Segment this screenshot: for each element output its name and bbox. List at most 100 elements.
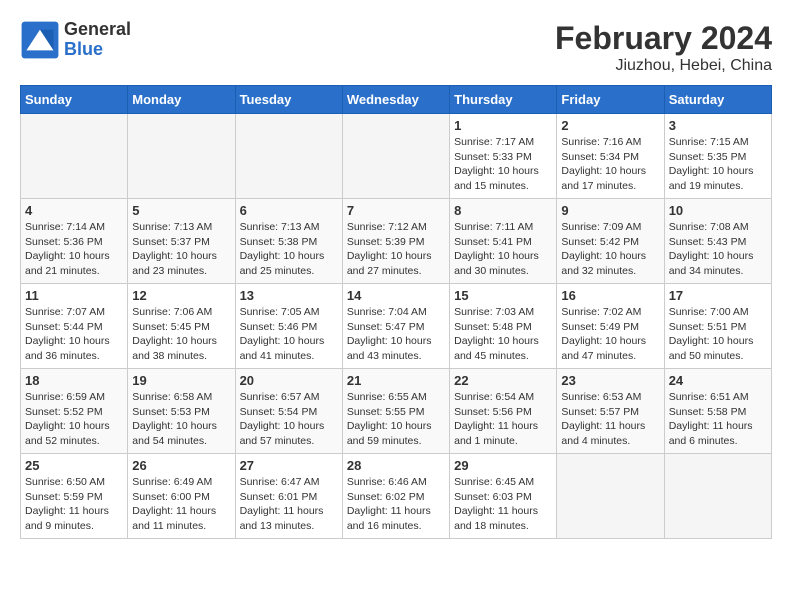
page-container: General Blue February 2024 Jiuzhou, Hebe… [20, 20, 772, 539]
header-monday: Monday [128, 86, 235, 114]
calendar-cell: 17Sunrise: 7:00 AM Sunset: 5:51 PM Dayli… [664, 284, 771, 369]
calendar-cell: 25 Sunrise: 6:50 AM Sunset: 5:59 PM Dayli… [21, 454, 128, 539]
calendar-cell: 12 Sunrise: 7:06 AM Sunset: 5:45 PM Dayli… [128, 284, 235, 369]
day-number: 3 [669, 118, 767, 133]
day-number: 11 [25, 288, 123, 303]
day-number: 8 [454, 203, 552, 218]
day-info: Sunrise: 7:16 AM Sunset: 5:34 PM Dayligh… [561, 135, 659, 194]
day-info: Sunrise: 7:13 AM Sunset: 5:38 PM Dayligh… [240, 220, 338, 279]
day-info: Sunrise: 7:08 AM Sunset: 5:43 PM Dayligh… [669, 220, 767, 279]
calendar-cell: 2Sunrise: 7:16 AM Sunset: 5:34 PM Daylig… [557, 114, 664, 199]
day-number: 27 [240, 458, 338, 473]
calendar-cell: 16Sunrise: 7:02 AM Sunset: 5:49 PM Dayli… [557, 284, 664, 369]
day-number: 5 [132, 203, 230, 218]
calendar-week-3: 11 Sunrise: 7:07 AM Sunset: 5:44 PM Dayli… [21, 284, 772, 369]
day-number: 6 [240, 203, 338, 218]
day-number: 15 [454, 288, 552, 303]
day-info: Sunrise: 6:51 AM Sunset: 5:58 PM Dayligh… [669, 390, 767, 449]
calendar-cell [342, 114, 449, 199]
header-thursday: Thursday [450, 86, 557, 114]
day-number: 23 [561, 373, 659, 388]
calendar-cell: 5 Sunrise: 7:13 AM Sunset: 5:37 PM Daylig… [128, 199, 235, 284]
day-info: Sunrise: 6:45 AM Sunset: 6:03 PM Dayligh… [454, 475, 552, 534]
day-number: 26 [132, 458, 230, 473]
header-wednesday: Wednesday [342, 86, 449, 114]
header-friday: Friday [557, 86, 664, 114]
day-info: Sunrise: 6:57 AM Sunset: 5:54 PM Dayligh… [240, 390, 338, 449]
day-info: Sunrise: 7:05 AM Sunset: 5:46 PM Dayligh… [240, 305, 338, 364]
day-number: 1 [454, 118, 552, 133]
calendar-table: Sunday Monday Tuesday Wednesday Thursday… [20, 85, 772, 539]
day-info: Sunrise: 7:04 AM Sunset: 5:47 PM Dayligh… [347, 305, 445, 364]
calendar-week-5: 25 Sunrise: 6:50 AM Sunset: 5:59 PM Dayli… [21, 454, 772, 539]
calendar-week-4: 18 Sunrise: 6:59 AM Sunset: 5:52 PM Dayli… [21, 369, 772, 454]
calendar-cell: 23 Sunrise: 6:53 AM Sunset: 5:57 PM Dayli… [557, 369, 664, 454]
logo-text: General Blue [64, 20, 131, 60]
day-info: Sunrise: 6:49 AM Sunset: 6:00 PM Dayligh… [132, 475, 230, 534]
calendar-cell: 26 Sunrise: 6:49 AM Sunset: 6:00 PM Dayli… [128, 454, 235, 539]
day-number: 25 [25, 458, 123, 473]
calendar-cell: 8 Sunrise: 7:11 AM Sunset: 5:41 PM Daylig… [450, 199, 557, 284]
calendar-cell [235, 114, 342, 199]
header-tuesday: Tuesday [235, 86, 342, 114]
day-info: Sunrise: 7:11 AM Sunset: 5:41 PM Dayligh… [454, 220, 552, 279]
header-sunday: Sunday [21, 86, 128, 114]
day-number: 4 [25, 203, 123, 218]
calendar-cell: 6 Sunrise: 7:13 AM Sunset: 5:38 PM Daylig… [235, 199, 342, 284]
day-info: Sunrise: 6:58 AM Sunset: 5:53 PM Dayligh… [132, 390, 230, 449]
logo: General Blue [20, 20, 131, 60]
calendar-week-2: 4 Sunrise: 7:14 AM Sunset: 5:36 PM Daylig… [21, 199, 772, 284]
day-info: Sunrise: 7:00 AM Sunset: 5:51 PM Dayligh… [669, 305, 767, 364]
day-info: Sunrise: 7:14 AM Sunset: 5:36 PM Dayligh… [25, 220, 123, 279]
calendar-cell: 10Sunrise: 7:08 AM Sunset: 5:43 PM Dayli… [664, 199, 771, 284]
calendar-cell: 15 Sunrise: 7:03 AM Sunset: 5:48 PM Dayli… [450, 284, 557, 369]
day-info: Sunrise: 7:02 AM Sunset: 5:49 PM Dayligh… [561, 305, 659, 364]
day-info: Sunrise: 6:50 AM Sunset: 5:59 PM Dayligh… [25, 475, 123, 534]
calendar-cell [557, 454, 664, 539]
day-info: Sunrise: 7:09 AM Sunset: 5:42 PM Dayligh… [561, 220, 659, 279]
calendar-cell: 13 Sunrise: 7:05 AM Sunset: 5:46 PM Dayli… [235, 284, 342, 369]
day-number: 20 [240, 373, 338, 388]
header-row: Sunday Monday Tuesday Wednesday Thursday… [21, 86, 772, 114]
page-subtitle: Jiuzhou, Hebei, China [555, 57, 772, 75]
day-info: Sunrise: 6:53 AM Sunset: 5:57 PM Dayligh… [561, 390, 659, 449]
page-title: February 2024 [555, 20, 772, 57]
header-saturday: Saturday [664, 86, 771, 114]
logo-general: General [64, 20, 131, 40]
day-number: 28 [347, 458, 445, 473]
calendar-cell [21, 114, 128, 199]
calendar-cell: 1 Sunrise: 7:17 AM Sunset: 5:33 PM Daylig… [450, 114, 557, 199]
day-number: 12 [132, 288, 230, 303]
day-info: Sunrise: 6:46 AM Sunset: 6:02 PM Dayligh… [347, 475, 445, 534]
day-info: Sunrise: 6:54 AM Sunset: 5:56 PM Dayligh… [454, 390, 552, 449]
calendar-cell: 27Sunrise: 6:47 AM Sunset: 6:01 PM Dayli… [235, 454, 342, 539]
calendar-body: 1 Sunrise: 7:17 AM Sunset: 5:33 PM Daylig… [21, 114, 772, 539]
calendar-cell: 29 Sunrise: 6:45 AM Sunset: 6:03 PM Dayli… [450, 454, 557, 539]
day-info: Sunrise: 7:17 AM Sunset: 5:33 PM Dayligh… [454, 135, 552, 194]
calendar-cell: 18 Sunrise: 6:59 AM Sunset: 5:52 PM Dayli… [21, 369, 128, 454]
logo-blue: Blue [64, 40, 131, 60]
calendar-cell: 22Sunrise: 6:54 AM Sunset: 5:56 PM Dayli… [450, 369, 557, 454]
day-info: Sunrise: 7:07 AM Sunset: 5:44 PM Dayligh… [25, 305, 123, 364]
header: General Blue February 2024 Jiuzhou, Hebe… [20, 20, 772, 75]
day-number: 7 [347, 203, 445, 218]
calendar-cell: 24Sunrise: 6:51 AM Sunset: 5:58 PM Dayli… [664, 369, 771, 454]
day-info: Sunrise: 7:15 AM Sunset: 5:35 PM Dayligh… [669, 135, 767, 194]
calendar-cell: 4 Sunrise: 7:14 AM Sunset: 5:36 PM Daylig… [21, 199, 128, 284]
calendar-cell: 21Sunrise: 6:55 AM Sunset: 5:55 PM Dayli… [342, 369, 449, 454]
calendar-cell: 9Sunrise: 7:09 AM Sunset: 5:42 PM Daylig… [557, 199, 664, 284]
calendar-cell: 7 Sunrise: 7:12 AM Sunset: 5:39 PM Daylig… [342, 199, 449, 284]
calendar-cell: 3 Sunrise: 7:15 AM Sunset: 5:35 PM Daylig… [664, 114, 771, 199]
day-info: Sunrise: 7:03 AM Sunset: 5:48 PM Dayligh… [454, 305, 552, 364]
day-number: 13 [240, 288, 338, 303]
day-info: Sunrise: 7:06 AM Sunset: 5:45 PM Dayligh… [132, 305, 230, 364]
day-info: Sunrise: 7:12 AM Sunset: 5:39 PM Dayligh… [347, 220, 445, 279]
day-number: 18 [25, 373, 123, 388]
day-info: Sunrise: 7:13 AM Sunset: 5:37 PM Dayligh… [132, 220, 230, 279]
calendar-cell: 14Sunrise: 7:04 AM Sunset: 5:47 PM Dayli… [342, 284, 449, 369]
logo-icon [20, 20, 60, 60]
day-number: 29 [454, 458, 552, 473]
title-area: February 2024 Jiuzhou, Hebei, China [555, 20, 772, 75]
day-info: Sunrise: 6:59 AM Sunset: 5:52 PM Dayligh… [25, 390, 123, 449]
day-number: 19 [132, 373, 230, 388]
